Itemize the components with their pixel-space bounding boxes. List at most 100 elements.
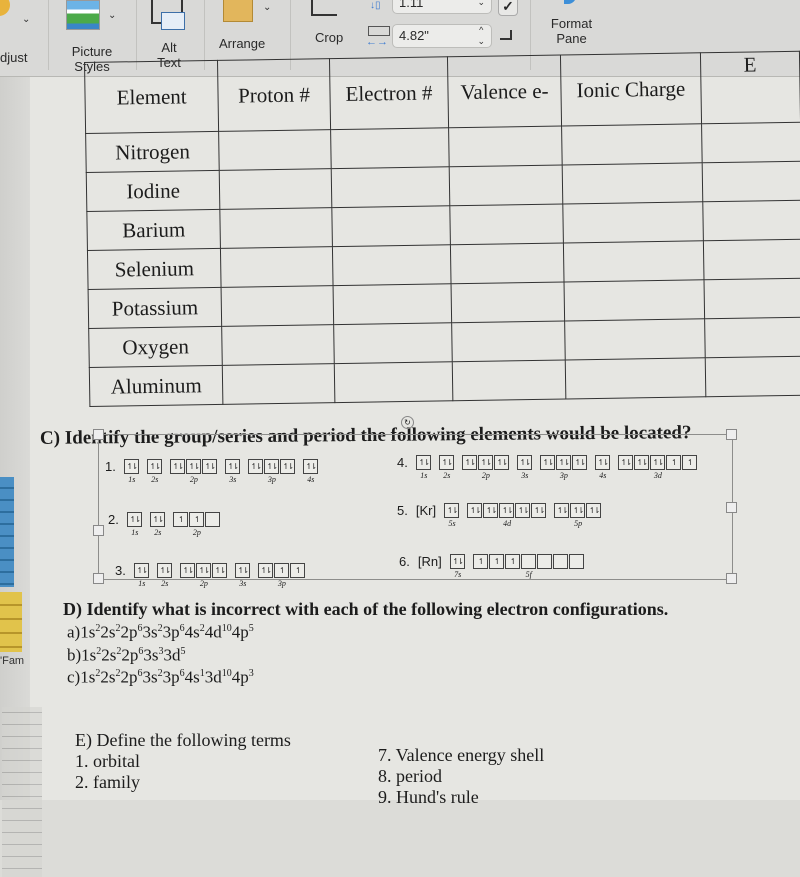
orbital-box: ↿⇂ bbox=[594, 455, 610, 470]
orbital-boxes: ↿⇂ bbox=[126, 512, 143, 527]
chevron-down-icon[interactable]: ⌄ bbox=[477, 0, 485, 8]
answer-cell[interactable] bbox=[332, 244, 452, 286]
orbital-boxes: ↿⇂ ↿⇂ ↿⇂ bbox=[247, 459, 296, 474]
orbital-box: ↿⇂ bbox=[493, 455, 509, 470]
header-element: Element bbox=[84, 60, 219, 134]
answer-cell[interactable] bbox=[562, 201, 704, 243]
chevron-down-icon: ⌄ bbox=[263, 2, 272, 13]
header-valence: Valence e- bbox=[447, 55, 562, 128]
stepper-icon[interactable]: ^ ⌄ bbox=[477, 25, 485, 47]
answer-cell[interactable] bbox=[702, 200, 800, 241]
lock-aspect-checkbox[interactable]: ✓ bbox=[498, 0, 518, 16]
answer-cell[interactable] bbox=[564, 318, 706, 360]
thumbnail-yellow bbox=[0, 592, 22, 652]
subshell: ↿⇂ 1s bbox=[123, 459, 140, 484]
sun-icon bbox=[0, 0, 10, 16]
answer-cell[interactable] bbox=[221, 324, 334, 366]
answer-cell[interactable] bbox=[219, 168, 332, 210]
subshell: ↿⇂ 2s bbox=[438, 455, 455, 480]
subshell-label: 5s bbox=[448, 519, 456, 528]
answer-cell[interactable] bbox=[449, 165, 563, 206]
answer-cell[interactable] bbox=[562, 162, 703, 204]
answer-cell[interactable] bbox=[218, 129, 331, 171]
answer-cell[interactable] bbox=[333, 361, 454, 403]
answer-cell[interactable] bbox=[330, 127, 450, 169]
subshell: ↿⇂ ↿⇂ ↿⇂ ↿⇂ ↿⇂ 4d bbox=[467, 503, 547, 528]
resize-handle[interactable] bbox=[726, 573, 737, 584]
answer-cell[interactable] bbox=[563, 240, 704, 282]
resize-handle[interactable] bbox=[93, 525, 104, 536]
subshell-label: 5p bbox=[574, 519, 583, 528]
answer-cell[interactable] bbox=[331, 205, 451, 247]
answer-cell[interactable] bbox=[333, 322, 453, 364]
height-field[interactable]: 1.11 ⌄ bbox=[392, 0, 492, 14]
orbital-box: ↿⇂ bbox=[211, 563, 227, 578]
answer-cell[interactable] bbox=[703, 239, 800, 280]
subshell-label: 3s bbox=[239, 579, 247, 588]
answer-cell[interactable] bbox=[704, 317, 800, 358]
element-name-cell: Aluminum bbox=[89, 365, 224, 407]
subshell-label: 3p bbox=[277, 579, 286, 588]
resize-handle[interactable] bbox=[93, 573, 104, 584]
answer-cell[interactable] bbox=[220, 246, 333, 288]
electron-count: 10 bbox=[221, 623, 232, 634]
subshell-term: 3p bbox=[162, 622, 180, 642]
answer-cell[interactable] bbox=[222, 363, 335, 405]
orbital-box: ↿ bbox=[472, 554, 488, 569]
orbital-box: ↿⇂ bbox=[571, 455, 587, 470]
answer-cell[interactable] bbox=[451, 281, 565, 323]
answer-cell[interactable] bbox=[448, 126, 563, 167]
orbital-box: ↿⇂ bbox=[461, 455, 477, 470]
answer-cell[interactable] bbox=[330, 166, 451, 208]
orbital-boxes: ↿⇂ bbox=[123, 459, 140, 474]
crop-label: Crop bbox=[315, 30, 344, 45]
resize-handle[interactable] bbox=[726, 502, 737, 513]
orbital-boxes: ↿⇂ bbox=[224, 459, 241, 474]
orbital-box: ↿⇂ bbox=[146, 459, 162, 474]
answer-cell[interactable] bbox=[563, 279, 705, 321]
orbital-boxes: ↿⇂ bbox=[146, 459, 163, 474]
resize-handle[interactable] bbox=[93, 429, 104, 440]
answer-cell[interactable] bbox=[332, 283, 452, 325]
orbital-diagram: 3. ↿⇂ 1s ↿⇂ 2s ↿⇂ ↿⇂ ↿⇂ 2p ↿⇂ 3s ↿⇂ ↿ ↿ 3p bbox=[115, 563, 313, 588]
answer-cell[interactable] bbox=[702, 161, 800, 202]
orbital-box: ↿⇂ bbox=[201, 459, 217, 474]
subshell-term: 2s bbox=[100, 622, 116, 642]
answer-cell[interactable] bbox=[220, 207, 333, 249]
answer-cell[interactable] bbox=[703, 278, 800, 319]
element-table: Element Proton # Electron # Valence e- I… bbox=[84, 51, 800, 407]
table-header-row: Element Proton # Electron # Valence e- I… bbox=[84, 51, 800, 134]
electron-configuration: c)1s22s22p63s23p64s13d104p3 bbox=[67, 664, 668, 687]
element-name-cell: Oxygen bbox=[88, 326, 223, 368]
resize-handle[interactable] bbox=[726, 429, 737, 440]
orbital-box bbox=[520, 554, 536, 569]
orbital-box: ↿⇂ bbox=[123, 459, 139, 474]
answer-cell[interactable] bbox=[701, 122, 800, 163]
thumbnail-document bbox=[2, 707, 42, 877]
subshell-label: 2p bbox=[481, 471, 490, 480]
orbital-box: ↿ bbox=[172, 512, 188, 527]
electron-configuration: b)1s22s22p63s33d5 bbox=[67, 642, 668, 665]
subshell-label: 3p bbox=[267, 475, 276, 484]
answer-cell[interactable] bbox=[705, 356, 800, 397]
answer-cell[interactable] bbox=[450, 242, 564, 284]
subshell: ↿⇂ 2s bbox=[156, 563, 173, 588]
width-field[interactable]: 4.82" ^ ⌄ bbox=[392, 24, 492, 48]
adjust-button[interactable]: ⌄ djust bbox=[0, 0, 44, 70]
answer-cell[interactable] bbox=[221, 285, 334, 327]
orbital-boxes: ↿⇂ bbox=[149, 512, 166, 527]
answer-cell[interactable] bbox=[561, 123, 703, 166]
answer-cell[interactable] bbox=[565, 357, 706, 399]
rotate-handle-icon[interactable]: ↻ bbox=[401, 416, 414, 429]
term: 7. Valence energy shell bbox=[378, 745, 545, 765]
subshell-term: 1s bbox=[80, 622, 96, 642]
height-value: 1.11 bbox=[399, 0, 424, 10]
answer-cell[interactable] bbox=[451, 320, 566, 362]
left-sidebar: 'Fam bbox=[0, 77, 42, 877]
chevron-down-icon: ⌄ bbox=[108, 10, 117, 21]
answer-cell[interactable] bbox=[450, 203, 564, 245]
orbital-boxes: ↿⇂ bbox=[438, 455, 455, 470]
subshell-term: 3d bbox=[163, 645, 181, 665]
width-arrow-icon: ←→ bbox=[366, 36, 388, 48]
answer-cell[interactable] bbox=[452, 359, 566, 401]
